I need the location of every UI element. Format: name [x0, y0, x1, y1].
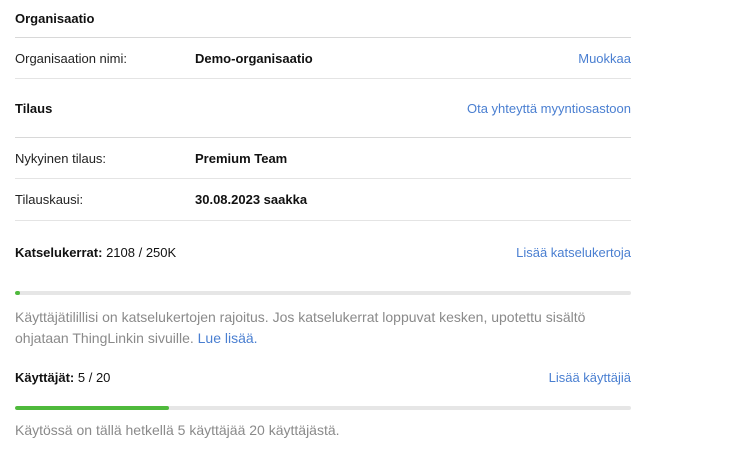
- organisation-title: Organisaatio: [15, 11, 95, 26]
- users-value: 5 / 20: [77, 369, 111, 385]
- users-label: Käyttäjät:: [15, 369, 75, 385]
- contact-sales-link[interactable]: Ota yhteyttä myyntiosastoon: [467, 101, 631, 116]
- subscription-title: Tilaus: [15, 100, 53, 116]
- views-header: Katselukerrat: 2108 / 250K Lisää katselu…: [15, 221, 631, 283]
- organisation-name-value: Demo-organisaatio: [195, 50, 313, 66]
- subscription-period-value: 30.08.2023 saakka: [195, 192, 308, 207]
- organisation-header: Organisaatio: [15, 0, 631, 38]
- add-views-link[interactable]: Lisää katselukertoja: [516, 245, 631, 260]
- edit-organisation-link[interactable]: Muokkaa: [578, 51, 631, 66]
- views-progress-fill: [15, 291, 21, 295]
- organisation-panel: Organisaatio Organisaation nimi: Demo-or…: [15, 0, 631, 441]
- current-subscription-value: Premium Team: [195, 150, 288, 166]
- views-summary: Katselukerrat: 2108 / 250K: [15, 245, 176, 260]
- subscription-period-row: Tilauskausi: 30.08.2023 saakka: [15, 179, 631, 221]
- current-subscription-row: Nykyinen tilaus: Premium Team: [15, 138, 631, 179]
- users-note: Käytössä on tällä hetkellä 5 käyttäjää 2…: [15, 422, 340, 438]
- views-note-text: Käyttäjätilillisi on katselukertojen raj…: [15, 309, 586, 346]
- views-value: 2108 / 250K: [106, 244, 177, 260]
- organisation-name-label: Organisaation nimi:: [15, 50, 127, 66]
- organisation-name-row: Organisaation nimi: Demo-organisaatio Mu…: [15, 38, 631, 79]
- add-users-link[interactable]: Lisää käyttäjiä: [549, 370, 631, 385]
- subscription-period-label: Tilauskausi:: [15, 192, 84, 207]
- views-progress-bar: [15, 291, 631, 295]
- current-subscription-label: Nykyinen tilaus:: [15, 150, 107, 166]
- read-more-link[interactable]: Lue lisää.: [198, 330, 258, 346]
- users-progress-bar: [15, 406, 631, 410]
- subscription-header: Tilaus Ota yhteyttä myyntiosastoon: [15, 79, 631, 138]
- views-label: Katselukerrat:: [15, 244, 103, 260]
- users-header: Käyttäjät: 5 / 20 Lisää käyttäjiä: [15, 353, 631, 401]
- users-summary: Käyttäjät: 5 / 20: [15, 370, 110, 385]
- users-progress-fill: [15, 406, 169, 410]
- views-note: Käyttäjätilillisi on katselukertojen raj…: [15, 307, 631, 349]
